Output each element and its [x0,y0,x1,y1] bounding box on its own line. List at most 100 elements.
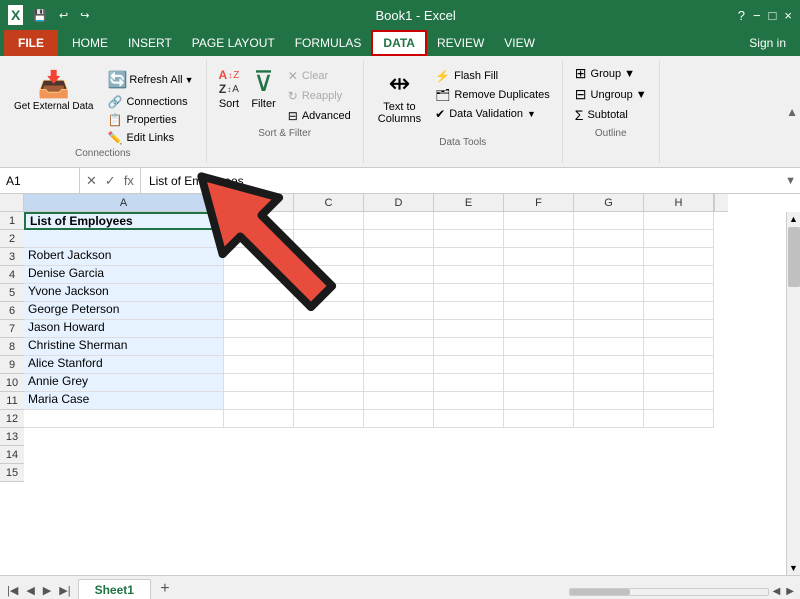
tab-last-button[interactable]: ▶| [56,582,73,599]
cell-d5[interactable] [364,284,434,302]
vertical-scrollbar[interactable]: ▲ ▼ [786,212,800,575]
cell-g4[interactable] [574,266,644,284]
cell-c12[interactable] [294,410,364,428]
cell-d2[interactable] [364,230,434,248]
row-header-9[interactable]: 9 [0,356,24,374]
cell-a7[interactable]: Jason Howard [24,320,224,338]
cell-f2[interactable] [504,230,574,248]
sign-in-button[interactable]: Sign in [739,30,796,56]
group-button[interactable]: ⊞ Group ▼ [571,64,651,83]
cell-d9[interactable] [364,356,434,374]
ribbon-scroll-right[interactable]: ▲ [784,105,800,119]
cell-a2[interactable] [24,230,224,248]
remove-duplicates-button[interactable]: 🗂 Remove Duplicates [431,87,554,103]
cell-f9[interactable] [504,356,574,374]
cell-f10[interactable] [504,374,574,392]
menu-home[interactable]: HOME [62,30,118,56]
cell-f4[interactable] [504,266,574,284]
cell-c2[interactable] [294,230,364,248]
cell-g11[interactable] [574,392,644,410]
row-header-10[interactable]: 10 [0,374,24,392]
add-sheet-button[interactable]: + [155,579,175,599]
text-to-columns-button[interactable]: ⇹ Text toColumns [372,64,427,129]
cell-b10[interactable] [224,374,294,392]
cell-e6[interactable] [434,302,504,320]
filter-button[interactable]: ⊽ Filter [247,64,279,114]
cancel-formula-button[interactable]: ✕ [84,171,99,191]
advanced-button[interactable]: ⊟ Advanced [284,108,355,124]
row-header-2[interactable]: 2 [0,230,24,248]
formula-expand-button[interactable]: ▼ [781,175,800,187]
cell-e1[interactable] [434,212,504,230]
col-header-f[interactable]: F [504,194,574,212]
cell-e8[interactable] [434,338,504,356]
tab-first-button[interactable]: |◀ [4,582,21,599]
menu-review[interactable]: REVIEW [427,30,494,56]
cell-b2[interactable] [224,230,294,248]
col-header-c[interactable]: C [294,194,364,212]
clear-button[interactable]: ✕ Clear [284,68,355,84]
cell-b9[interactable] [224,356,294,374]
col-header-a[interactable]: A [24,194,224,212]
formula-content[interactable]: List of Employees [141,168,781,193]
cell-g2[interactable] [574,230,644,248]
cell-d11[interactable] [364,392,434,410]
cell-g8[interactable] [574,338,644,356]
cell-e5[interactable] [434,284,504,302]
h-scroll-thumb[interactable] [570,589,630,595]
cell-d7[interactable] [364,320,434,338]
col-header-g[interactable]: G [574,194,644,212]
h-scroll-left[interactable]: ◀ [771,584,783,599]
cell-b8[interactable] [224,338,294,356]
cell-d4[interactable] [364,266,434,284]
menu-file[interactable]: FILE [4,30,58,56]
menu-view[interactable]: VIEW [494,30,545,56]
cell-g7[interactable] [574,320,644,338]
scroll-down-button[interactable]: ▼ [787,561,800,575]
cell-h6[interactable] [644,302,714,320]
cell-f12[interactable] [504,410,574,428]
cell-b4[interactable] [224,266,294,284]
cell-e2[interactable] [434,230,504,248]
cell-h11[interactable] [644,392,714,410]
cell-e12[interactable] [434,410,504,428]
cell-h7[interactable] [644,320,714,338]
cell-d1[interactable] [364,212,434,230]
cell-a4[interactable]: Denise Garcia [24,266,224,284]
cell-f6[interactable] [504,302,574,320]
cell-g5[interactable] [574,284,644,302]
connections-button[interactable]: 🔗 Connections [103,94,197,110]
row-header-15[interactable]: 15 [0,464,24,482]
cell-f3[interactable] [504,248,574,266]
row-header-5[interactable]: 5 [0,284,24,302]
cell-c11[interactable] [294,392,364,410]
reapply-button[interactable]: ↻ Reapply [284,88,355,104]
cell-e7[interactable] [434,320,504,338]
cell-g10[interactable] [574,374,644,392]
h-scroll-right[interactable]: ▶ [784,584,796,599]
menu-page-layout[interactable]: PAGE LAYOUT [182,30,285,56]
refresh-all-button[interactable]: 🔄 Refresh All ▼ [103,68,197,92]
tab-next-button[interactable]: ▶ [40,582,54,599]
cell-a9[interactable]: Alice Stanford [24,356,224,374]
redo-button[interactable]: ↪ [76,7,93,24]
cell-a10[interactable]: Annie Grey [24,374,224,392]
get-external-data-button[interactable]: 📥 Get External Data [8,64,99,116]
confirm-formula-button[interactable]: ✓ [103,171,118,191]
cell-h1[interactable] [644,212,714,230]
cell-d3[interactable] [364,248,434,266]
cell-e10[interactable] [434,374,504,392]
col-header-b[interactable]: B [224,194,294,212]
flash-fill-button[interactable]: ⚡ Flash Fill [431,68,554,84]
horizontal-scrollbar[interactable] [569,588,769,596]
tab-prev-button[interactable]: ◀ [23,582,37,599]
cell-b12[interactable] [224,410,294,428]
menu-insert[interactable]: INSERT [118,30,182,56]
row-header-3[interactable]: 3 [0,248,24,266]
cell-e3[interactable] [434,248,504,266]
cell-e9[interactable] [434,356,504,374]
cell-f11[interactable] [504,392,574,410]
cell-a12[interactable] [24,410,224,428]
cell-d8[interactable] [364,338,434,356]
cell-c4[interactable] [294,266,364,284]
